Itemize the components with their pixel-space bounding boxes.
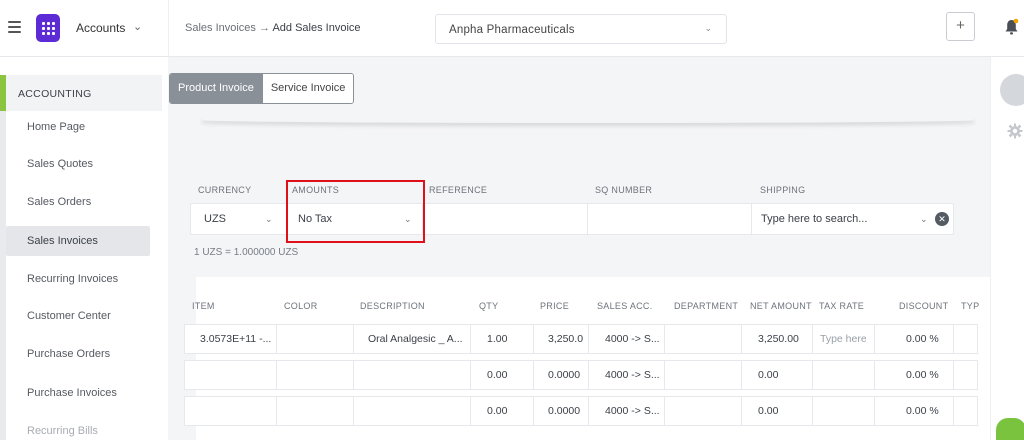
tax-rate-input[interactable]: Type here — [820, 325, 866, 353]
shipping-placeholder: Type here to search... — [761, 213, 868, 225]
qty-cell[interactable]: 0.00 — [487, 361, 527, 389]
currency-select-value: UZS — [204, 213, 226, 225]
add-button[interactable]: + — [946, 12, 975, 41]
net-amount-cell: 3,250.00 — [758, 333, 799, 345]
column-header-department: DEPARTMENT — [674, 301, 739, 311]
sq-number-label: SQ NUMBER — [595, 185, 653, 195]
breadcrumb-current: Add Sales Invoice — [272, 22, 361, 34]
shipping-search-input[interactable]: Type here to search... ⌄ ✕ — [752, 204, 954, 234]
qty-cell[interactable]: 0.00 — [487, 397, 527, 425]
item-cell[interactable] — [200, 361, 276, 389]
sidebar: ACCOUNTING Home Page Sales Quotes Sales … — [0, 57, 168, 440]
column-header-type: TYP — [961, 301, 980, 311]
sidebar-item-home-page[interactable]: Home Page — [6, 112, 150, 142]
discount-cell[interactable]: 0.00 % — [906, 361, 952, 389]
discount-cell[interactable]: 0.00 % — [906, 397, 952, 425]
app-switcher-label[interactable]: Accounts — [76, 21, 125, 35]
sidebar-section-label: ACCOUNTING — [18, 88, 92, 100]
column-header-qty: QTY — [479, 301, 499, 311]
description-cell[interactable]: Oral Analgesic _ A... — [368, 325, 478, 353]
invoice-type-toggle: Product Invoice Service Invoice — [169, 73, 355, 104]
notification-bell-icon[interactable] — [1004, 18, 1019, 36]
department-cell[interactable] — [665, 361, 741, 389]
panel-edge — [202, 117, 974, 123]
tab-product-invoice[interactable]: Product Invoice — [170, 74, 262, 103]
sales-account-cell[interactable]: 4000 -> S... — [605, 397, 665, 425]
sidebar-item-sales-quotes[interactable]: Sales Quotes — [6, 149, 150, 179]
color-cell[interactable] — [277, 397, 353, 425]
qty-cell[interactable]: 1.00 — [487, 325, 527, 353]
column-header-discount: DISCOUNT — [899, 301, 949, 311]
hamburger-menu-icon[interactable] — [8, 21, 21, 33]
clear-icon[interactable]: ✕ — [935, 212, 949, 226]
department-cell[interactable] — [665, 397, 741, 425]
description-cell[interactable] — [368, 397, 468, 425]
net-amount-cell: 0.00 — [758, 369, 779, 381]
column-header-description: DESCRIPTION — [360, 301, 425, 311]
reference-input[interactable] — [423, 204, 588, 234]
description-cell[interactable] — [368, 361, 468, 389]
sidebar-item-recurring-bills[interactable]: Recurring Bills — [6, 416, 150, 440]
column-header-net-amount: NET AMOUNT — [750, 301, 812, 311]
chevron-down-icon[interactable]: ⌄ — [133, 20, 142, 33]
item-cell[interactable] — [200, 397, 276, 425]
price-cell[interactable]: 3,250.0 — [548, 325, 586, 353]
tax-rate-input[interactable] — [820, 361, 866, 389]
department-cell[interactable] — [665, 325, 741, 353]
sq-number-input[interactable] — [588, 204, 752, 234]
sidebar-section-accounting[interactable]: ACCOUNTING — [6, 75, 162, 111]
exchange-rate-text: 1 UZS = 1.000000 UZS — [194, 247, 299, 258]
discount-cell[interactable]: 0.00 % — [906, 325, 952, 353]
breadcrumb-separator: → — [259, 22, 270, 34]
table-row: 3.0573E+11 -... Oral Analgesic _ A... 1.… — [184, 324, 978, 354]
column-header-price: PRICE — [540, 301, 570, 311]
chevron-down-icon[interactable]: ⌄ — [920, 204, 928, 234]
shipping-label: SHIPPING — [760, 185, 806, 195]
table-row: 0.00 0.0000 4000 -> S... 0.00 0.00 % — [184, 396, 978, 426]
sidebar-item-purchase-invoices[interactable]: Purchase Invoices — [6, 378, 150, 408]
sidebar-item-sales-orders[interactable]: Sales Orders — [6, 187, 150, 217]
table-row: 0.00 0.0000 4000 -> S... 0.00 0.00 % — [184, 360, 978, 390]
chevron-down-icon: ⌄ — [265, 214, 273, 224]
item-cell[interactable]: 3.0573E+11 -... — [200, 325, 276, 353]
breadcrumb-parent-link[interactable]: Sales Invoices — [185, 22, 256, 34]
right-rail — [990, 57, 1024, 440]
sales-account-cell[interactable]: 4000 -> S... — [605, 325, 665, 353]
chevron-down-icon: ⌄ — [704, 23, 712, 33]
chat-icon[interactable] — [996, 418, 1024, 440]
main-content: Product Invoice Service Invoice CURRENCY… — [168, 57, 990, 440]
company-select-value: Anpha Pharmaceuticals — [449, 24, 575, 36]
reference-label: REFERENCE — [429, 185, 488, 195]
tab-service-invoice[interactable]: Service Invoice — [261, 74, 354, 103]
divider — [168, 0, 169, 57]
column-header-color: COLOR — [284, 301, 318, 311]
app-logo-icon[interactable] — [36, 14, 60, 42]
color-cell[interactable] — [277, 325, 353, 353]
sidebar-item-recurring-invoices[interactable]: Recurring Invoices — [6, 264, 150, 294]
sidebar-item-purchase-orders[interactable]: Purchase Orders — [6, 339, 150, 369]
price-cell[interactable]: 0.0000 — [548, 361, 586, 389]
column-header-item: ITEM — [192, 301, 215, 311]
breadcrumb: Sales Invoices → Add Sales Invoice — [185, 22, 361, 34]
sales-account-cell[interactable]: 4000 -> S... — [605, 361, 665, 389]
color-cell[interactable] — [277, 361, 353, 389]
sidebar-item-customer-center[interactable]: Customer Center — [6, 301, 150, 331]
user-avatar[interactable] — [1000, 74, 1024, 106]
column-header-tax-rate: TAX RATE — [819, 301, 865, 311]
gear-icon[interactable] — [1007, 123, 1023, 139]
tax-rate-input[interactable] — [820, 397, 866, 425]
currency-select[interactable]: UZS ⌄ — [191, 204, 287, 234]
annotation-highlight-box — [286, 180, 425, 243]
column-header-sales-acc: SALES ACC. — [597, 301, 653, 311]
sidebar-item-sales-invoices[interactable]: Sales Invoices — [6, 226, 150, 256]
currency-label: CURRENCY — [198, 185, 252, 195]
net-amount-cell: 0.00 — [758, 405, 779, 417]
price-cell[interactable]: 0.0000 — [548, 397, 586, 425]
company-select[interactable]: Anpha Pharmaceuticals ⌄ — [435, 14, 727, 44]
top-bar: Accounts ⌄ Sales Invoices → Add Sales In… — [0, 0, 1024, 57]
